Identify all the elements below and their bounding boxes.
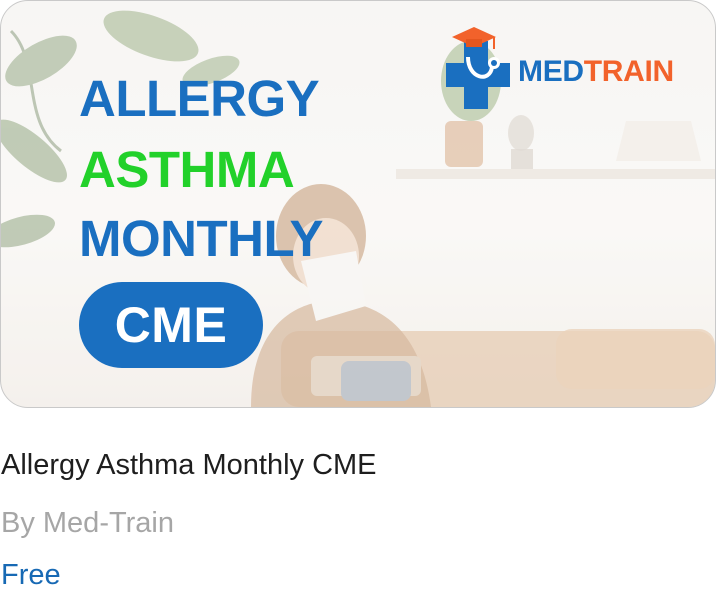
cme-badge: CME <box>79 282 263 368</box>
graduation-cap-icon <box>452 27 496 49</box>
medical-cross-stethoscope-icon <box>446 27 510 109</box>
banner-headline-monthly: MONTHLY <box>79 210 323 267</box>
course-title[interactable]: Allergy Asthma Monthly CME <box>1 449 377 482</box>
course-card[interactable]: ALLERGY ASTHMA MONTHLY CME MEDTRAIN Alle… <box>0 0 728 598</box>
logo-text-med: MED <box>518 55 584 88</box>
banner-headline-allergy: ALLERGY <box>79 70 320 127</box>
medtrain-logo: MEDTRAIN <box>444 23 694 115</box>
medtrain-logo-text: MEDTRAIN <box>518 55 674 89</box>
course-price: Free <box>1 559 61 591</box>
banner-headline-asthma: ASTHMA <box>79 141 295 198</box>
course-author: By Med-Train <box>1 507 174 539</box>
logo-text-train: TRAIN <box>583 55 674 88</box>
course-banner-image[interactable]: ALLERGY ASTHMA MONTHLY CME MEDTRAIN <box>0 0 716 408</box>
